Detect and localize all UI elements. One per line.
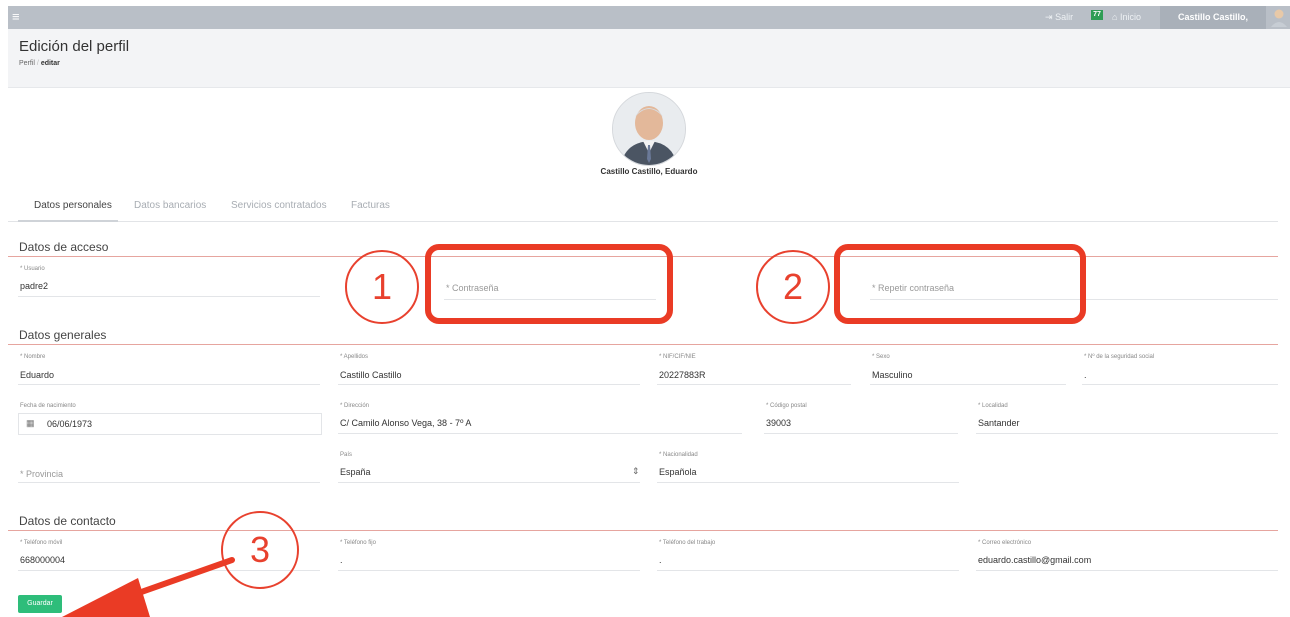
- annotation-arrow-icon: [62, 557, 235, 617]
